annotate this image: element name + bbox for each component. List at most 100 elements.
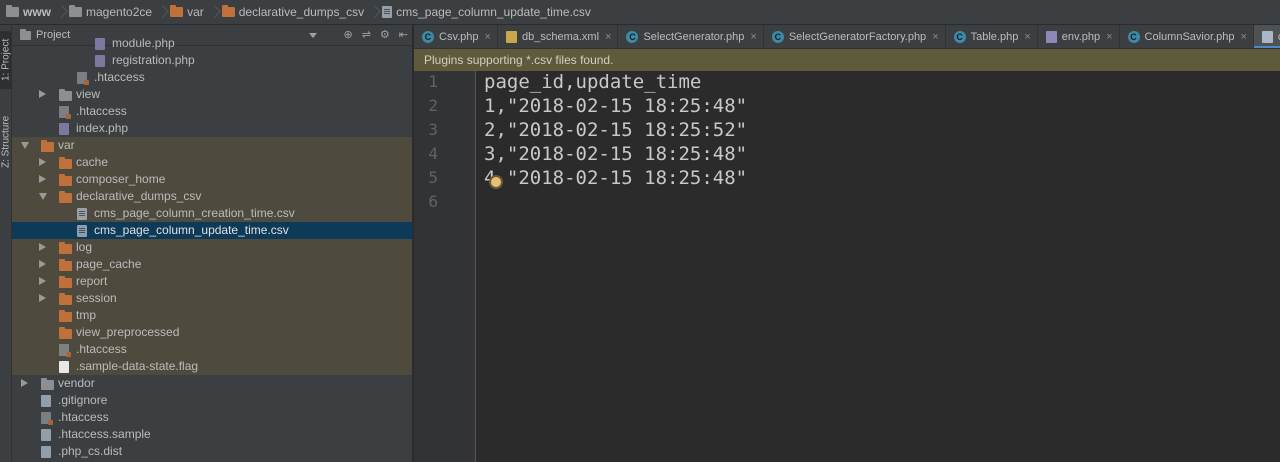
editor-tab[interactable]: Table.php × xyxy=(946,25,1038,48)
text-file-icon xyxy=(59,361,69,373)
chevron-right-icon xyxy=(158,0,166,25)
breadcrumb-item[interactable]: var xyxy=(166,0,210,25)
editor-tab[interactable]: cms_ xyxy=(1253,25,1280,48)
tree-item[interactable]: index.php xyxy=(12,120,412,137)
php-file-icon xyxy=(1045,31,1057,43)
folder-icon xyxy=(170,5,184,17)
csv-file-icon xyxy=(1261,31,1273,43)
tree-item-label: vendor xyxy=(58,376,95,390)
code-line[interactable]: 3,"2018-02-15 18:25:48" xyxy=(484,143,747,165)
expand-arrow-icon[interactable] xyxy=(39,90,46,98)
tree-item[interactable]: .php_cs.dist xyxy=(12,443,412,460)
tree-item[interactable]: vendor xyxy=(12,375,412,392)
line-number: 3 xyxy=(428,120,438,139)
csv-file-icon xyxy=(77,208,87,220)
tree-item[interactable]: view xyxy=(12,86,412,103)
expand-arrow-icon[interactable] xyxy=(21,379,28,387)
code-line[interactable]: page_id,update_time xyxy=(484,71,701,93)
tree-item[interactable]: cms_page_column_creation_time.csv xyxy=(12,205,412,222)
tree-item[interactable]: .htaccess xyxy=(12,409,412,426)
expand-arrow-icon[interactable] xyxy=(39,260,46,268)
tree-item[interactable]: .htaccess xyxy=(12,69,412,86)
tree-item[interactable]: session xyxy=(12,290,412,307)
php-class-icon xyxy=(422,31,434,43)
tree-item[interactable]: cms_page_column_update_time.csv xyxy=(12,222,412,239)
collapse-arrow-icon[interactable] xyxy=(39,193,47,200)
close-icon[interactable]: × xyxy=(1240,31,1246,43)
tree-item[interactable]: view_preprocessed xyxy=(12,324,412,341)
editor-tab[interactable]: db_schema.xml × xyxy=(498,25,619,48)
project-tool-tab[interactable]: 1: Project xyxy=(0,31,12,89)
editor-tab[interactable]: Csv.php × xyxy=(414,25,498,48)
breadcrumb-label: declarative_dumps_csv xyxy=(238,5,365,19)
expand-arrow-icon[interactable] xyxy=(39,158,46,166)
folder-icon xyxy=(41,140,54,152)
tree-item[interactable]: page_cache xyxy=(12,256,412,273)
structure-tool-tab[interactable]: Z: Structure xyxy=(0,107,12,177)
code-line[interactable]: 2,"2018-02-15 18:25:52" xyxy=(484,119,747,141)
csv-file-icon xyxy=(77,225,87,237)
tree-item[interactable]: composer_home xyxy=(12,171,412,188)
php-class-icon xyxy=(953,31,966,43)
tree-item[interactable]: declarative_dumps_csv xyxy=(12,188,412,205)
tree-item[interactable]: tmp xyxy=(12,307,412,324)
tab-label: env.php xyxy=(1061,31,1101,43)
tree-item[interactable]: .htaccess xyxy=(12,341,412,358)
tree-item[interactable]: .sample-data-state.flag xyxy=(12,358,412,375)
close-icon[interactable]: × xyxy=(932,31,938,43)
code-editor[interactable]: 1 2 3 4 5 6 page_id,update_time 1,"2018-02-15 … xyxy=(414,71,1280,462)
htaccess-file-icon xyxy=(59,106,71,119)
line-number: 6 xyxy=(428,192,438,211)
close-icon[interactable]: × xyxy=(1106,31,1112,43)
tab-label: Table.php xyxy=(970,31,1019,43)
breadcrumb-item[interactable]: declarative_dumps_csv xyxy=(218,0,370,25)
editor-tab[interactable]: SelectGenerator.php × xyxy=(618,25,764,48)
expand-arrow-icon[interactable] xyxy=(39,243,46,251)
line-number: 5 xyxy=(428,168,438,187)
tree-item-label: cms_page_column_creation_time.csv xyxy=(94,206,295,220)
php-file-icon xyxy=(59,123,69,135)
intention-bulb-icon[interactable] xyxy=(491,177,501,187)
tree-item-label: tmp xyxy=(76,308,97,322)
collapse-arrow-icon[interactable] xyxy=(21,142,29,149)
breadcrumb-item[interactable]: www xyxy=(2,0,57,25)
tree-item-label: .htaccess xyxy=(58,410,109,424)
code-line[interactable]: 1,"2018-02-15 18:25:48" xyxy=(484,95,747,117)
tree-item[interactable]: .htaccess xyxy=(12,103,412,120)
tree-item[interactable]: .htaccess.sample xyxy=(12,426,412,443)
htaccess-file-icon xyxy=(77,72,89,85)
breadcrumb-label: www xyxy=(23,5,52,19)
tree-item[interactable]: cache xyxy=(12,154,412,171)
expand-arrow-icon[interactable] xyxy=(39,277,46,285)
tree-item[interactable]: report xyxy=(12,273,412,290)
plugin-suggestion-banner[interactable]: Plugins supporting *.csv files found. xyxy=(414,49,1280,71)
tree-item-label: index.php xyxy=(76,121,129,135)
folder-icon xyxy=(59,259,72,271)
tree-item[interactable]: registration.php xyxy=(12,52,412,69)
expand-arrow-icon[interactable] xyxy=(39,175,46,183)
close-icon[interactable]: × xyxy=(605,31,611,43)
tab-label: ColumnSavior.php xyxy=(1144,31,1235,43)
close-icon[interactable]: × xyxy=(1024,31,1030,43)
tree-item[interactable]: log xyxy=(12,239,412,256)
tree-item-label: declarative_dumps_csv xyxy=(76,189,202,203)
close-icon[interactable]: × xyxy=(750,31,756,43)
folder-icon xyxy=(59,191,72,203)
code-line[interactable]: 4,"2018-02-15 18:25:48" xyxy=(484,167,747,189)
line-number: 2 xyxy=(428,96,438,115)
php-file-icon xyxy=(95,38,105,50)
tree-item[interactable]: .gitignore xyxy=(12,392,412,409)
expand-arrow-icon[interactable] xyxy=(39,294,46,302)
editor-tab[interactable]: SelectGeneratorFactory.php × xyxy=(764,25,946,48)
tree-item[interactable]: module.php xyxy=(12,35,412,52)
xml-file-icon xyxy=(505,31,517,43)
breadcrumb-item[interactable]: cms_page_column_update_time.csv xyxy=(378,0,597,25)
close-icon[interactable]: × xyxy=(485,31,491,43)
tree-item-label: session xyxy=(76,291,117,305)
editor-tab[interactable]: env.php × xyxy=(1038,25,1120,48)
breadcrumb-item[interactable]: magento2ce xyxy=(65,0,158,25)
editor-tab[interactable]: ColumnSavior.php × xyxy=(1120,25,1254,48)
folder-icon xyxy=(59,89,72,101)
tree-item[interactable]: var xyxy=(12,137,412,154)
banner-text: Plugins supporting *.csv files found. xyxy=(424,53,614,67)
